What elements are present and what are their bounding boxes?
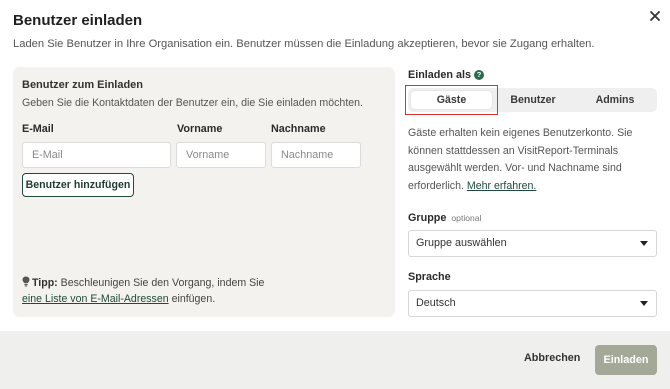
group-select-value: Gruppe auswählen (416, 237, 507, 249)
tip-text: Tipp: Beschleunigen Sie den Vorgang, ind… (22, 276, 264, 289)
language-label: Sprache (408, 271, 451, 283)
cancel-button[interactable]: Abbrechen (524, 352, 580, 364)
dialog-footer: Abbrechen Einladen (0, 331, 670, 389)
email-label: E-Mail (22, 123, 54, 135)
group-label-text: Gruppe (408, 212, 447, 224)
dialog-subtitle: Laden Sie Benutzer in Ihre Organisation … (13, 38, 595, 50)
email-input[interactable] (22, 142, 171, 168)
dialog-title: Benutzer einladen (13, 12, 143, 29)
tab-users[interactable]: Benutzer (496, 88, 570, 112)
invite-button[interactable]: Einladen (595, 345, 657, 375)
invite-as-label: Einladen als? (408, 69, 485, 81)
role-description: Gäste erhalten kein eigenes Benutzerkont… (408, 125, 658, 195)
add-user-button[interactable]: Benutzer hinzufügen (22, 173, 134, 197)
tab-admins[interactable]: Admins (578, 88, 652, 112)
help-icon[interactable]: ? (474, 70, 485, 80)
learn-more-link[interactable]: Mehr erfahren. (467, 180, 536, 192)
lightbulb-icon (22, 276, 30, 287)
email-list-link[interactable]: eine Liste von E-Mail-Adressen (22, 293, 169, 305)
tip-body: Beschleunigen Sie den Vorgang, indem Sie (57, 277, 265, 289)
language-select-value: Deutsch (416, 297, 456, 309)
tab-guests[interactable]: Gäste (411, 91, 492, 109)
close-icon[interactable] (648, 9, 662, 23)
users-to-invite-card: Benutzer zum Einladen Geben Sie die Kont… (13, 67, 395, 317)
card-title: Benutzer zum Einladen (22, 79, 144, 91)
role-segmented-control: Gäste Benutzer Admins (408, 88, 657, 112)
invite-as-text: Einladen als (408, 69, 472, 81)
chevron-down-icon (640, 301, 648, 306)
invite-users-dialog: Benutzer einladen Laden Sie Benutzer in … (0, 0, 670, 389)
group-label: Gruppe optional (408, 212, 482, 224)
chevron-down-icon (640, 241, 648, 246)
tip-suffix: einfügen. (168, 293, 216, 305)
card-subtitle: Geben Sie die Kontaktdaten der Benutzer … (22, 97, 363, 109)
tip-text-line2: eine Liste von E-Mail-Adressen einfügen. (22, 293, 215, 305)
tip-label: Tipp: (32, 277, 58, 289)
firstname-label: Vorname (177, 123, 223, 135)
group-select[interactable]: Gruppe auswählen (408, 230, 657, 257)
group-optional-tag: optional (451, 213, 482, 223)
firstname-input[interactable] (176, 142, 266, 168)
lastname-label: Nachname (271, 123, 326, 135)
language-select[interactable]: Deutsch (408, 290, 657, 317)
lastname-input[interactable] (271, 142, 361, 168)
